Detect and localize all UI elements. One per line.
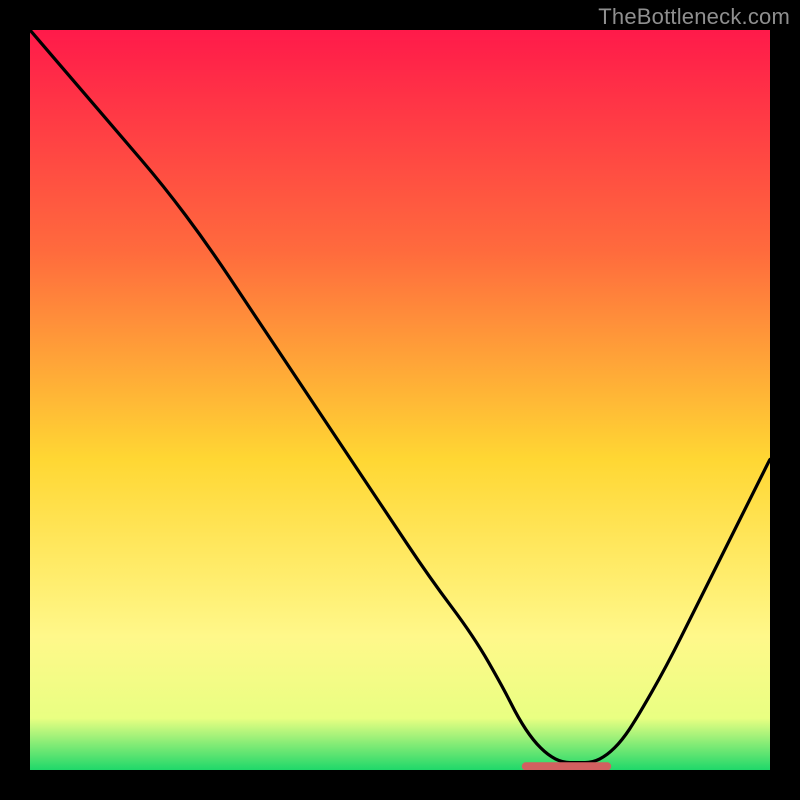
chart-plot-area xyxy=(30,30,770,770)
chart-frame: TheBottleneck.com xyxy=(0,0,800,800)
chart-svg xyxy=(30,30,770,770)
gradient-background xyxy=(30,30,770,770)
watermark-text: TheBottleneck.com xyxy=(598,4,790,30)
